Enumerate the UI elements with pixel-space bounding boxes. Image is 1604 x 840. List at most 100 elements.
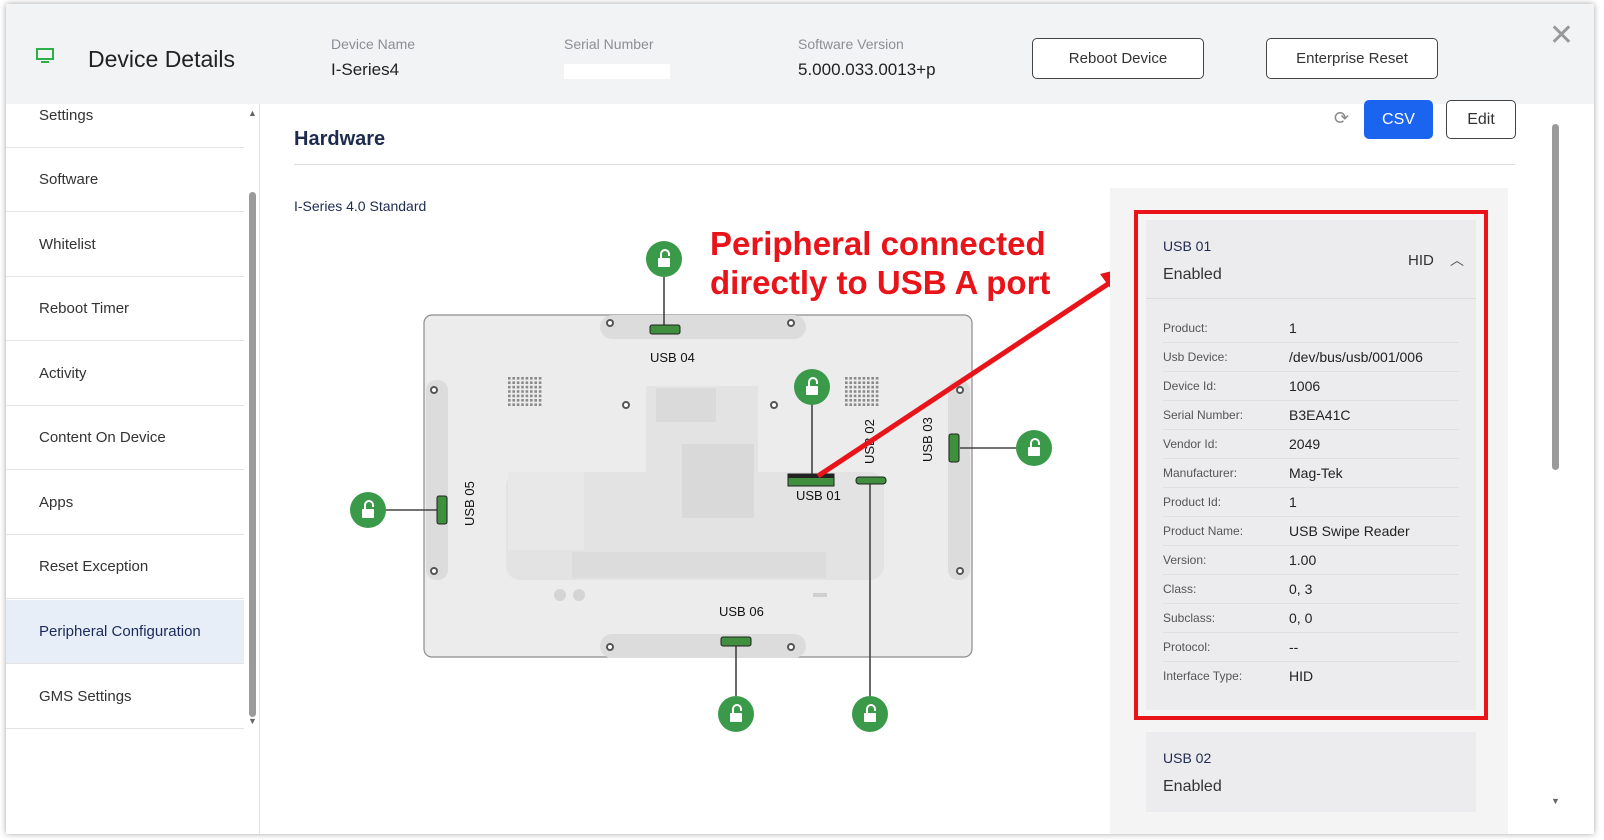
unlock-icon[interactable] [851,695,889,733]
grill-hole [525,390,529,393]
reboot-device-button[interactable]: Reboot Device [1032,38,1204,79]
grill-hole [508,403,511,406]
grill-hole [521,390,524,393]
grill-hole [525,381,529,384]
grill-hole [862,394,866,398]
grill-hole [858,390,861,393]
grill-hole [516,403,520,406]
grill-hole [849,390,852,393]
grill-hole [858,394,861,398]
sidebar-scroll-up-icon[interactable]: ▲ [248,108,257,118]
annotation-line-1: Peripheral connected [710,225,1046,262]
sidebar-item-apps[interactable]: Apps [6,471,244,535]
grill-hole [849,377,852,380]
grill-hole [862,385,866,389]
grill-hole [853,377,857,380]
grill-hole [845,390,848,393]
grill-hole [508,377,511,380]
usb-port-05[interactable] [436,495,448,525]
usb-02-card[interactable]: USB 02 Enabled [1146,732,1476,812]
sidebar-item-software[interactable]: Software [6,148,244,212]
usb-05-label: USB 05 [462,481,477,526]
serial-number-label: Serial Number [564,36,654,52]
grill-hole [538,394,542,398]
grill-hole [875,390,879,393]
grill-hole [875,394,879,398]
usb-06-label: USB 06 [719,604,764,619]
device-name-label: Device Name [331,36,416,52]
software-version-value: 5.000.033.0013+p [798,60,936,79]
unlock-icon[interactable] [717,695,755,733]
stand-foot [572,552,826,578]
unlock-icon[interactable] [645,240,683,278]
grill-hole [871,381,874,384]
main-scroll-down-icon[interactable]: ▼ [1551,796,1560,806]
grill-hole [858,403,861,406]
grill-hole [525,399,529,402]
grill-hole [512,390,515,393]
grill-hole [521,403,524,406]
grill-hole [849,385,852,389]
stand-panel-mid [682,444,754,518]
unlock-icon[interactable] [349,491,387,529]
sidebar-item-activity[interactable]: Activity [6,342,244,406]
serial-number-redacted [564,64,670,79]
page-title: Hardware [294,128,386,150]
grill-hole [538,377,542,380]
grill-hole [853,381,857,384]
refresh-icon[interactable]: ⟳ [1334,108,1349,129]
grill-hole [849,394,852,398]
usb-03-label: USB 03 [920,417,935,462]
grill-hole [508,381,511,384]
sidebar-scrollbar[interactable] [249,192,256,717]
sidebar-item-peripheral-configuration[interactable]: Peripheral Configuration [6,600,244,664]
annotation-line-2: directly to USB A port [710,264,1051,301]
sidebar-item-settings[interactable]: Settings [6,84,244,148]
grill-hole [521,385,524,389]
grill-hole [845,377,848,380]
grill-hole [871,390,874,393]
grill-hole [867,394,870,398]
usb-port-01[interactable] [787,473,835,487]
device-model-label: I-Series 4.0 Standard [294,198,427,214]
grill-hole [516,377,520,380]
grill-hole [530,385,533,389]
grill-hole [530,399,533,402]
usb-02-card-title: USB 02 [1163,750,1212,766]
title-divider [294,164,1515,165]
usb-port-03[interactable] [948,433,960,463]
sidebar-item-reboot-timer[interactable]: Reboot Timer [6,277,244,341]
usb-port-02[interactable] [855,476,887,485]
grill-hole [530,390,533,393]
usb-port-04[interactable] [649,324,681,335]
right-rail [948,380,970,580]
grill-hole [538,381,542,384]
usb-port-06[interactable] [720,636,752,647]
edit-button[interactable]: Edit [1446,100,1516,139]
grill-hole [530,377,533,380]
highlight-box [1134,210,1488,720]
sidebar: Settings Software Whitelist Reboot Timer… [6,104,260,834]
grill-hole [875,385,879,389]
unlock-icon[interactable] [793,368,831,406]
sidebar-item-whitelist[interactable]: Whitelist [6,213,244,277]
grill-hole [853,403,857,406]
grill-hole [534,390,537,393]
sidebar-item-content-on-device[interactable]: Content On Device [6,406,244,470]
serial-number-field: Serial Number [564,36,670,79]
grill-hole [512,381,515,384]
grill-hole [867,403,870,406]
sidebar-scroll-down-icon[interactable]: ▼ [248,716,257,726]
main-scrollbar[interactable] [1552,124,1559,470]
grill-hole [875,381,879,384]
enterprise-reset-button[interactable]: Enterprise Reset [1266,38,1438,79]
device-name-field: Device Name I-Series4 [331,36,415,80]
csv-button[interactable]: CSV [1364,100,1433,139]
grill-hole [521,377,524,380]
sidebar-item-reset-exception[interactable]: Reset Exception [6,535,244,599]
grill-hole [508,390,511,393]
sidebar-item-gms-settings[interactable]: GMS Settings [6,665,244,729]
grill-hole [867,390,870,393]
close-icon[interactable]: ✕ [1549,18,1574,53]
unlock-icon[interactable] [1015,429,1053,467]
